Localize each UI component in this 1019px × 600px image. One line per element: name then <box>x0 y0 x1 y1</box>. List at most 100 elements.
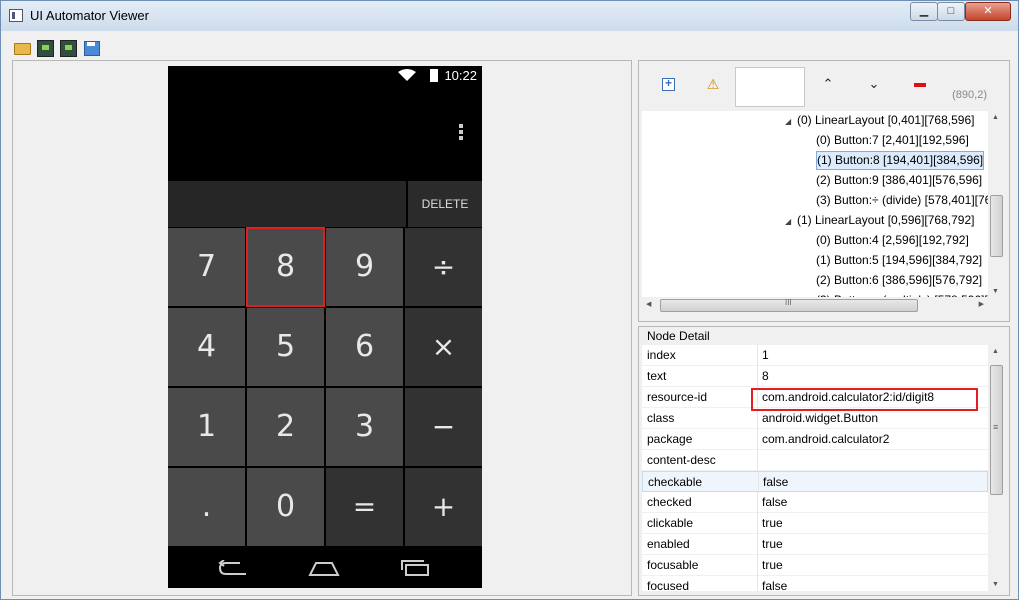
tree-node[interactable]: (2) Button:9 [386,401][576,596] <box>816 171 982 190</box>
detail-vertical-scrollbar[interactable]: ▲ ≡ ▼ <box>988 345 1005 591</box>
back-icon[interactable] <box>218 560 248 576</box>
calc-key[interactable]: 7 <box>168 228 245 306</box>
calc-key[interactable]: − <box>405 388 482 466</box>
expand-arrow-icon[interactable]: ◢ <box>785 212 797 231</box>
calc-key[interactable]: ÷ <box>405 228 482 306</box>
property-row[interactable]: focused false <box>642 576 988 591</box>
calc-key[interactable]: 6 <box>326 308 403 386</box>
tree-node[interactable]: (1) Button:5 [194,596][384,792] <box>816 251 982 270</box>
node-detail-table: index 1 text 8 resource-id com.android.calcul… <box>642 345 988 591</box>
tree-node-label: (2) Button:6 [386,596][576,792] <box>816 273 983 287</box>
warning-icon[interactable]: ⚠ <box>701 72 725 96</box>
node-detail-title: Node Detail <box>647 329 710 343</box>
property-value: true <box>762 537 783 551</box>
home-icon[interactable] <box>308 560 340 576</box>
tree-node[interactable]: (3) Button:÷ (divide) [578,401][768,596] <box>816 191 988 210</box>
property-name: checkable <box>648 475 703 489</box>
scroll-up-arrow-icon[interactable]: ▲ <box>992 348 999 355</box>
battery-icon <box>430 69 438 82</box>
property-name: clickable <box>647 516 694 530</box>
column-divider <box>757 555 758 576</box>
app-window: UI Automator Viewer ▁ □ ✕ 10:22 DELETE 7… <box>0 0 1019 600</box>
column-divider <box>757 450 758 471</box>
scroll-down-arrow-icon[interactable]: ▼ <box>992 288 999 295</box>
tree-vscroll-thumb[interactable] <box>990 195 1003 257</box>
calc-key[interactable]: 4 <box>168 308 245 386</box>
chevron-up-icon[interactable]: ⌃ <box>816 72 840 96</box>
property-row[interactable]: focusable true <box>642 555 988 576</box>
delete-node-icon[interactable] <box>909 72 933 96</box>
tree-node[interactable]: (0) Button:7 [2,401][192,596] <box>816 131 969 150</box>
expand-all-icon[interactable] <box>657 71 681 96</box>
device-screenshot-icon[interactable] <box>37 40 54 57</box>
property-row[interactable]: checkable false <box>642 471 988 493</box>
column-divider <box>757 429 758 450</box>
property-row[interactable]: text 8 <box>642 366 988 387</box>
tree-horizontal-scrollbar[interactable]: ◀ III ▶ <box>642 297 988 314</box>
calc-key[interactable]: 9 <box>326 228 403 306</box>
tree-hscroll-thumb[interactable]: III <box>660 298 918 312</box>
tree-node-label: (3) Button:÷ (divide) [578,401][768,596] <box>816 193 988 207</box>
chevron-down-icon[interactable]: ⌄ <box>862 72 886 96</box>
android-nav-bar <box>168 548 482 588</box>
detail-vscroll-thumb[interactable]: ≡ <box>990 365 1003 495</box>
property-row[interactable]: clickable true <box>642 513 988 534</box>
maximize-button[interactable]: □ <box>937 2 965 21</box>
delete-key[interactable]: DELETE <box>408 181 482 227</box>
tree-node-label: (0) LinearLayout [0,401][768,596] <box>797 113 975 127</box>
property-name: enabled <box>647 537 690 551</box>
resource-id-highlight-box <box>751 388 978 411</box>
tree-node[interactable]: ◢ (1) LinearLayout [0,596][768,792] <box>785 211 974 230</box>
tree-vertical-scrollbar[interactable]: ▲ ▼ <box>988 111 1005 297</box>
calc-key[interactable]: 2 <box>247 388 324 466</box>
column-divider <box>758 472 759 493</box>
close-button[interactable]: ✕ <box>965 2 1011 21</box>
expand-arrow-icon[interactable]: ◢ <box>785 112 797 131</box>
hierarchy-toolbar: ⚠ ⌃ ⌄ (890,2) <box>639 61 1009 109</box>
property-row[interactable]: enabled true <box>642 534 988 555</box>
property-row[interactable]: index 1 <box>642 345 988 366</box>
property-value: false <box>762 579 788 591</box>
status-bar: 10:22 <box>168 66 482 86</box>
calc-key[interactable]: 8 <box>246 227 325 307</box>
scroll-right-arrow-icon[interactable]: ▶ <box>979 300 984 308</box>
calc-key[interactable]: 3 <box>326 388 403 466</box>
save-icon[interactable] <box>84 40 100 56</box>
property-row[interactable]: package com.android.calculator2 <box>642 429 988 450</box>
column-divider <box>757 492 758 513</box>
tree-node[interactable]: (1) Button:8 [194,401][384,596] <box>816 151 985 170</box>
calc-key[interactable]: 5 <box>247 308 324 386</box>
open-folder-icon[interactable] <box>14 40 31 55</box>
property-name: focusable <box>647 558 699 572</box>
property-name: index <box>647 348 676 362</box>
calc-key[interactable]: 1 <box>168 388 245 466</box>
property-name: focused <box>647 579 690 591</box>
scroll-left-arrow-icon[interactable]: ◀ <box>646 300 651 308</box>
property-value: android.widget.Button <box>762 411 879 425</box>
tree-node[interactable]: (2) Button:6 [386,596][576,792] <box>816 271 982 290</box>
calc-key[interactable]: . <box>168 468 245 546</box>
property-value: 8 <box>762 369 769 383</box>
scroll-down-arrow-icon[interactable]: ▼ <box>992 581 999 588</box>
device-screenshot-compressed-icon[interactable] <box>60 40 77 57</box>
hierarchy-tree[interactable]: ◢ (0) LinearLayout [0,401][768,596] (0) Bu… <box>642 111 988 297</box>
tree-node[interactable]: (0) Button:4 [2,596][192,792] <box>816 231 969 250</box>
window-title: UI Automator Viewer <box>30 8 149 23</box>
tree-node[interactable]: ◢ (0) LinearLayout [0,401][768,596] <box>785 111 974 130</box>
device-screenshot[interactable]: 10:22 DELETE 7 8 9 ÷ 4 5 6 × 1 2 3−. 0 = + <box>168 66 482 588</box>
calc-key[interactable]: × <box>405 308 482 386</box>
property-row[interactable]: content-desc <box>642 450 988 471</box>
scroll-up-arrow-icon[interactable]: ▲ <box>992 114 999 121</box>
calc-key[interactable]: 0 <box>247 468 324 546</box>
property-row[interactable]: checked false <box>642 492 988 513</box>
minimize-button[interactable]: ▁ <box>910 2 938 21</box>
calc-key[interactable]: = <box>326 468 403 546</box>
calc-key[interactable]: + <box>405 468 482 546</box>
recent-apps-icon[interactable] <box>400 560 430 576</box>
property-row[interactable]: class android.widget.Button <box>642 408 988 429</box>
overflow-menu-icon[interactable] <box>458 124 464 144</box>
column-divider <box>757 408 758 429</box>
property-name: class <box>647 411 675 425</box>
search-input[interactable] <box>735 67 805 107</box>
main-toolbar <box>1 32 1018 58</box>
